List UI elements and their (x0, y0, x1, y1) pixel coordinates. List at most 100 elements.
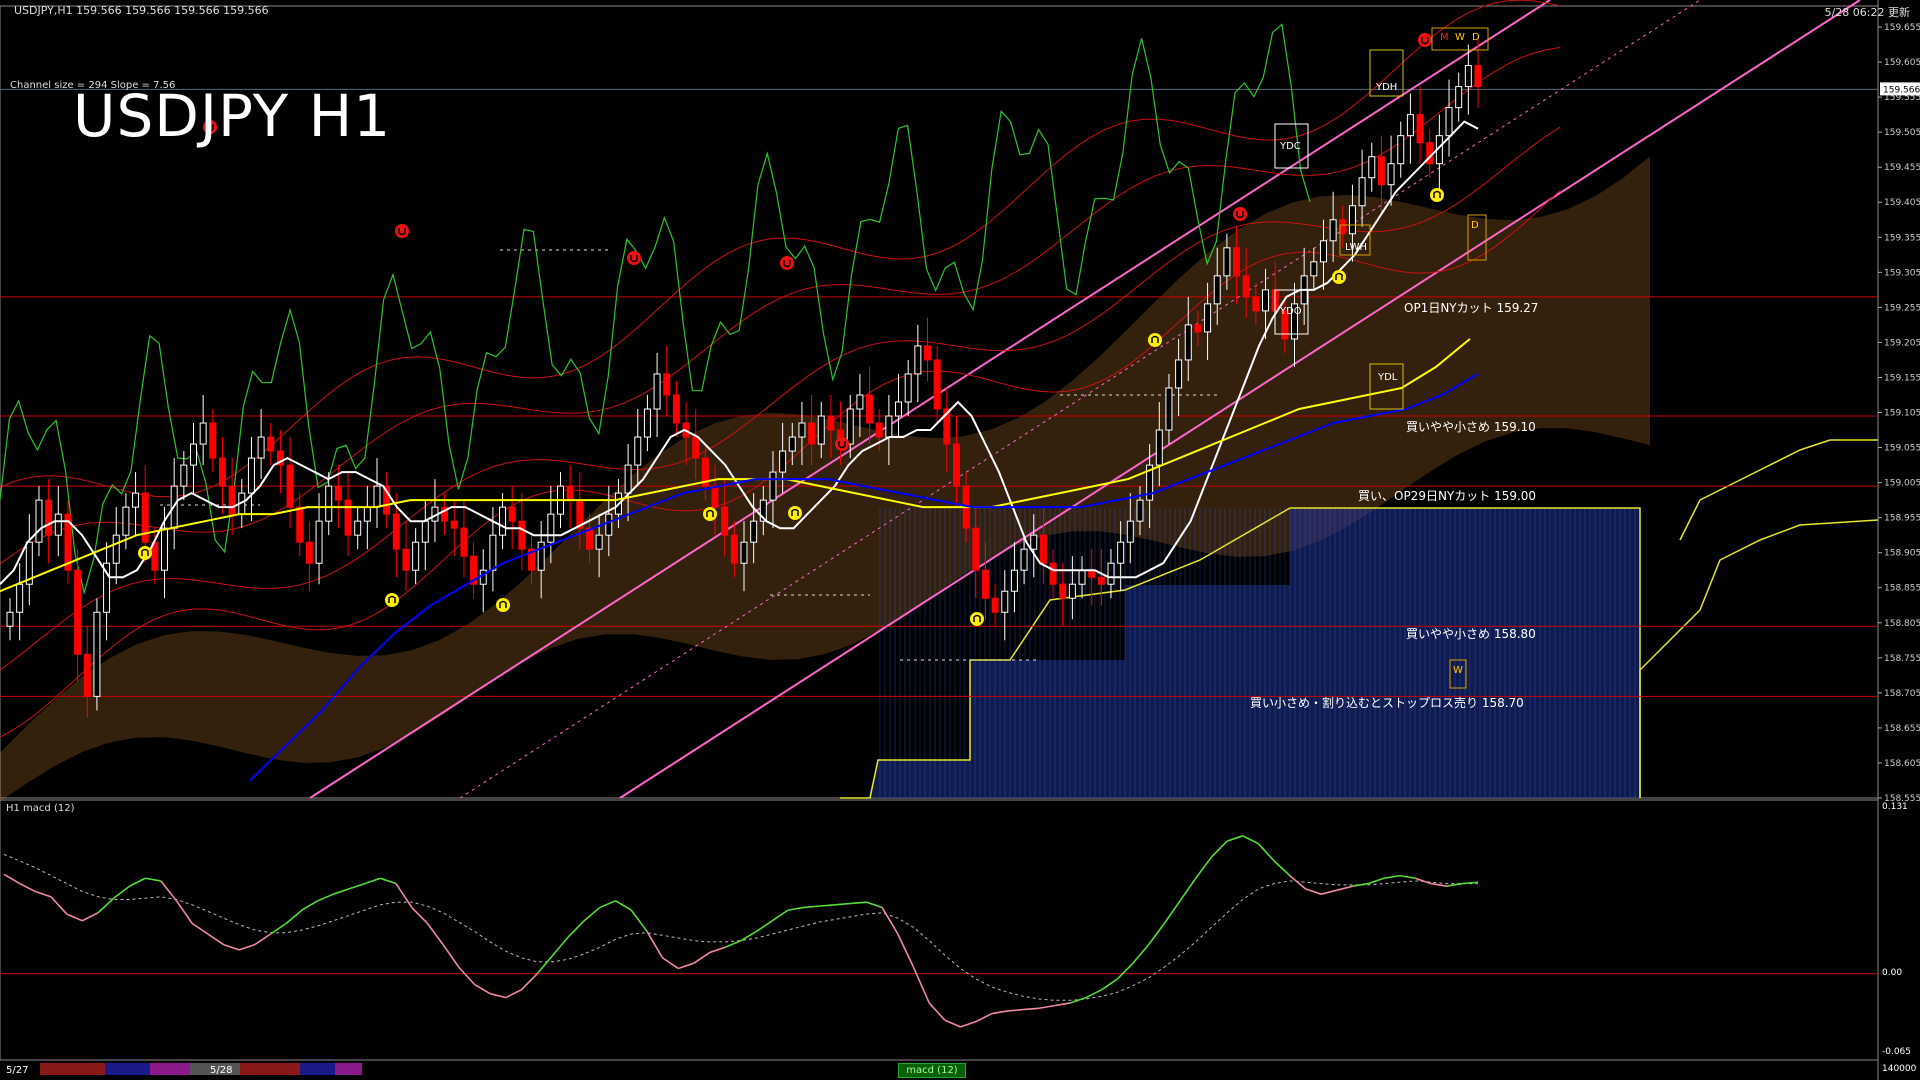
candle-bear (1377, 156, 1385, 186)
candle-bull (325, 485, 333, 522)
candle-bull (605, 513, 613, 536)
candle-bull (93, 611, 101, 697)
candle-bull (846, 408, 854, 445)
macd-main-segment (19, 882, 36, 893)
macd-main-segment (380, 877, 397, 885)
price-tick-label: 159.455 (1884, 163, 1920, 173)
candle-bear (1474, 65, 1482, 88)
macd-main-segment (175, 900, 193, 924)
macd-panel (0, 835, 1878, 1075)
candle-bull (1155, 429, 1163, 466)
candle-bull (161, 527, 169, 571)
macd-main-segment (285, 909, 303, 924)
candle-bull (624, 464, 632, 494)
macd-label: H1 macd (12) (6, 803, 75, 814)
macd-main-segment (1023, 1007, 1040, 1011)
candle-bull (798, 422, 806, 438)
macd-main-segment (505, 988, 522, 999)
price-axis: 159.655159.605159.555159.505159.455159.4… (1878, 23, 1920, 804)
candle-bull (1406, 114, 1414, 137)
candle-bear (1339, 219, 1347, 235)
chart-title: USDJPY H1 (73, 82, 392, 150)
candle-bear (286, 464, 294, 508)
candle-bear (933, 359, 941, 410)
macd-main-segment (1242, 835, 1259, 845)
candle-bull (1329, 219, 1337, 242)
candle-bull (1020, 548, 1028, 571)
macd-main-segment (693, 951, 711, 964)
candle-bear (924, 345, 931, 361)
candle-bear (808, 422, 816, 445)
macd-main-segment (348, 882, 365, 890)
candle-bull (16, 583, 24, 613)
date-tab-1[interactable]: 5/27 (6, 1065, 28, 1076)
candle-bull (1387, 163, 1395, 186)
macd-main-segment (975, 1012, 993, 1023)
candle-bull (788, 436, 796, 452)
step-line-yellow-upper (1679, 439, 1878, 541)
candle-bear (305, 541, 313, 564)
candle-bull (595, 534, 603, 550)
box-label-ydc: YDC (1280, 141, 1301, 152)
candle-bull (914, 345, 922, 375)
fractal-up-marker (970, 612, 984, 626)
candle-bear (952, 443, 960, 487)
macd-main-segment (928, 1002, 946, 1021)
macd-main-segment (709, 946, 726, 954)
candle-bear (83, 653, 91, 697)
fractal-down-marker (395, 224, 409, 238)
price-tick-label: 158.805 (1884, 619, 1920, 629)
fractal-up-marker (138, 546, 152, 560)
macd-main-segment (991, 1010, 1008, 1015)
candle-bull (363, 506, 371, 522)
candle-bear (508, 506, 516, 522)
candle-bear (392, 513, 400, 550)
candle-bull (1175, 359, 1183, 389)
candle-bear (1088, 569, 1096, 578)
macd-main-segment (1163, 900, 1181, 924)
candle-bull (373, 485, 381, 508)
candle-bear (730, 534, 738, 564)
candle-bull (769, 471, 777, 501)
macd-main-segment (144, 877, 161, 882)
candle-bull (190, 443, 197, 466)
candle-bear (711, 485, 719, 508)
macd-main-segment (756, 920, 773, 932)
footer-tab-block (240, 1063, 300, 1075)
candle-bear (267, 436, 275, 452)
candle-bull (412, 541, 420, 571)
candle-bull (1397, 135, 1405, 165)
candle-bear (566, 485, 574, 501)
macd-main-segment (740, 930, 758, 942)
macd-main-segment (1352, 882, 1369, 888)
price-tick-label: 158.955 (1884, 514, 1920, 524)
candle-bear (827, 415, 835, 431)
candle-bull (1464, 65, 1472, 88)
candle-bear (74, 569, 82, 655)
candle-bull (779, 450, 787, 473)
candle-bull (1030, 534, 1038, 550)
footer-tab-block (335, 1063, 362, 1075)
candle-bull (1348, 205, 1356, 235)
candle-bull (132, 492, 140, 508)
candle-bear (344, 499, 352, 536)
macd-main-segment (129, 877, 146, 887)
macd-main-segment (662, 957, 679, 970)
candle-bear (875, 422, 883, 438)
last-update-time: 5/28 06:22 更新 (1824, 6, 1910, 19)
candle-bear (1416, 114, 1424, 144)
candle-bull (643, 408, 651, 438)
candle-bull (1223, 247, 1231, 277)
macd-main-segment (1148, 922, 1166, 946)
level-label-2: 買いやや小さめ 159.10 (1406, 420, 1536, 434)
macd-main-segment (50, 896, 68, 915)
candle-bear (45, 499, 53, 536)
candle-bear (1039, 534, 1047, 564)
price-tick-label: 158.905 (1884, 549, 1920, 559)
candle-bull (315, 520, 323, 564)
date-tab-2[interactable]: 5/28 (210, 1065, 232, 1076)
macd-main-segment (1367, 877, 1385, 885)
candle-bull (1213, 275, 1221, 305)
macd-tab-button[interactable]: macd (12) (898, 1063, 966, 1078)
fractal-up-marker (1430, 188, 1444, 202)
